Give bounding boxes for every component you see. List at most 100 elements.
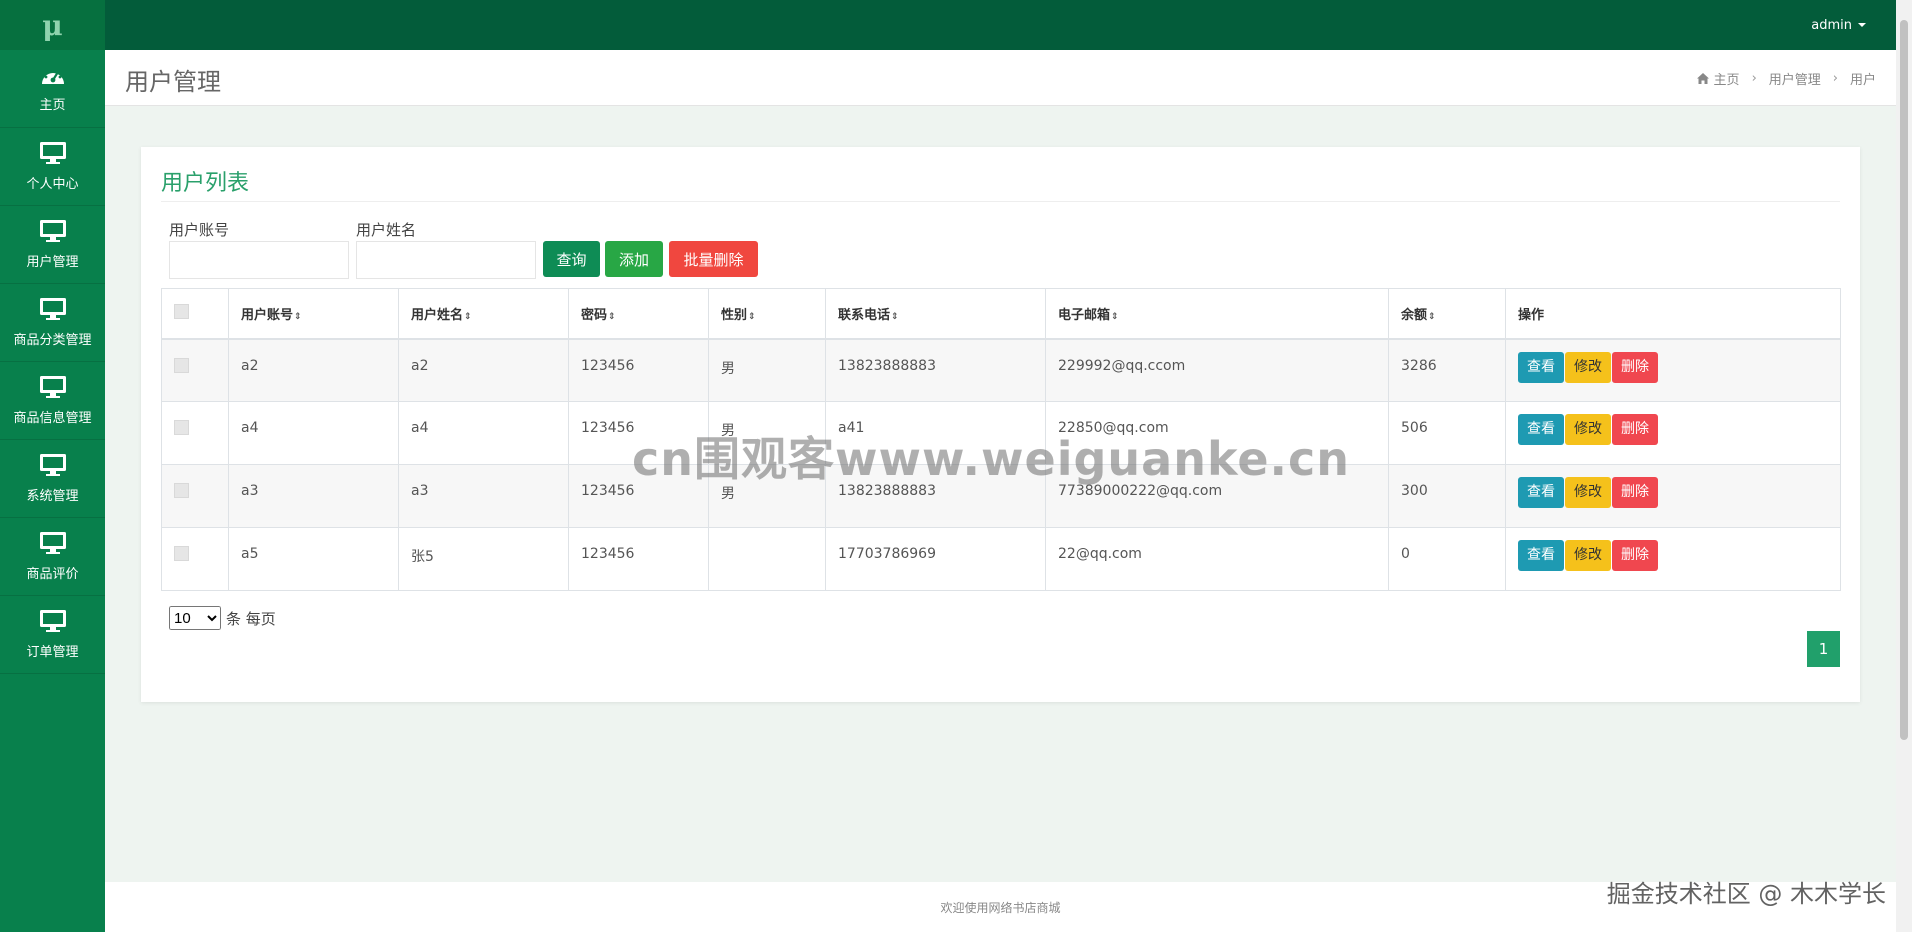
monitor-icon xyxy=(39,220,66,242)
sidebar-item-label: 主页 xyxy=(39,98,66,113)
column-header-phone[interactable]: 联系电话⇕ xyxy=(825,288,1046,340)
row-checkbox[interactable] xyxy=(174,483,189,498)
batch-delete-button[interactable]: 批量删除 xyxy=(669,241,758,277)
top-navbar: admin xyxy=(105,0,1912,50)
edit-button[interactable]: 修改 xyxy=(1565,414,1611,445)
column-header-password[interactable]: 密码⇕ xyxy=(568,288,709,340)
cell-phone: 13823888883 xyxy=(825,338,1046,402)
page-title: 用户管理 xyxy=(125,68,221,96)
delete-button[interactable]: 删除 xyxy=(1612,414,1658,445)
user-menu-dropdown[interactable]: admin xyxy=(1811,0,1866,50)
sidebar-item-home[interactable]: 主页 xyxy=(0,50,105,128)
sidebar-item-product-management[interactable]: 商品信息管理 xyxy=(0,362,105,440)
edit-button[interactable]: 修改 xyxy=(1565,351,1611,383)
sidebar-item-order-management[interactable]: 订单管理 xyxy=(0,596,105,674)
sidebar-item-label: 个人中心 xyxy=(26,177,79,192)
sort-icon: ⇕ xyxy=(1428,311,1436,322)
page-header: 用户管理 主页 › 用户管理 › 用户 xyxy=(105,50,1896,106)
monitor-icon xyxy=(39,298,66,320)
view-button[interactable]: 查看 xyxy=(1518,477,1564,508)
cell-gender: 男 xyxy=(708,338,826,402)
cell-account: a4 xyxy=(228,401,399,465)
edit-button[interactable]: 修改 xyxy=(1565,540,1611,571)
sidebar-item-system-management[interactable]: 系统管理 xyxy=(0,440,105,518)
sort-icon: ⇕ xyxy=(464,311,472,322)
sort-icon: ⇕ xyxy=(294,311,302,322)
main-content: 用户列表 用户账号 用户姓名 查询 添加 批量删除 用户账号⇕ 用户姓名⇕ 密码… xyxy=(105,106,1896,882)
vertical-scrollbar[interactable] xyxy=(1896,0,1912,932)
cell-balance: 300 xyxy=(1388,464,1506,528)
column-header-actions: 操作 xyxy=(1505,288,1841,340)
table-row: a5 张5 123456 17703786969 22@qq.com 0 查看修… xyxy=(161,527,1841,591)
sidebar-item-user-management[interactable]: 用户管理 xyxy=(0,206,105,284)
delete-button[interactable]: 删除 xyxy=(1612,540,1658,571)
caret-down-icon xyxy=(1858,23,1866,27)
home-icon xyxy=(1696,73,1709,84)
sidebar-item-label: 商品评价 xyxy=(26,567,79,582)
chevron-right-icon: › xyxy=(1751,71,1757,86)
cell-actions: 查看 修改 删除 xyxy=(1505,338,1841,402)
add-button[interactable]: 添加 xyxy=(605,241,663,277)
sidebar-item-label: 商品信息管理 xyxy=(13,411,92,426)
query-button[interactable]: 查询 xyxy=(543,241,600,277)
row-checkbox[interactable] xyxy=(174,420,189,435)
account-search-label: 用户账号 xyxy=(169,221,230,239)
cell-name: a2 xyxy=(398,338,569,402)
cell-actions: 查看 修改 删除 xyxy=(1505,464,1841,528)
column-header-email[interactable]: 电子邮箱⇕ xyxy=(1045,288,1389,340)
cell-name: a4 xyxy=(398,401,569,465)
watermark-corner: 掘金技术社区 @ 木木学长 xyxy=(1606,880,1886,908)
sidebar: μ 主页 个人中心 用户管理 商品分类管理 商品信息管理 系统管理 商品评价 订… xyxy=(0,0,105,932)
cell-phone: 17703786969 xyxy=(825,527,1046,591)
chevron-right-icon: › xyxy=(1832,71,1838,86)
cell-password: 123456 xyxy=(568,527,709,591)
select-all-checkbox[interactable] xyxy=(174,303,189,319)
sidebar-item-label: 系统管理 xyxy=(26,489,79,504)
breadcrumb-home[interactable]: 主页 xyxy=(1714,69,1740,88)
name-search-label: 用户姓名 xyxy=(356,221,417,239)
cell-email: 22@qq.com xyxy=(1045,527,1389,591)
cell-actions: 查看 修改 删除 xyxy=(1505,527,1841,591)
page-size-suffix: 条 每页 xyxy=(226,609,276,628)
cell-balance: 506 xyxy=(1388,401,1506,465)
delete-button[interactable]: 删除 xyxy=(1612,351,1658,383)
column-header-gender[interactable]: 性别⇕ xyxy=(708,288,826,340)
scrollbar-thumb[interactable] xyxy=(1900,20,1908,740)
pagination-page-1[interactable]: 1 xyxy=(1807,631,1840,667)
account-search-input[interactable] xyxy=(169,241,349,279)
edit-button[interactable]: 修改 xyxy=(1565,477,1611,508)
row-checkbox[interactable] xyxy=(174,357,189,373)
column-header-balance[interactable]: 余额⇕ xyxy=(1388,288,1506,340)
cell-account: a3 xyxy=(228,464,399,528)
divider xyxy=(161,201,1840,202)
cell-name: 张5 xyxy=(398,527,569,591)
card-title: 用户列表 xyxy=(161,171,250,196)
view-button[interactable]: 查看 xyxy=(1518,414,1564,445)
page-size-select[interactable]: 10 xyxy=(169,606,221,630)
column-header-account[interactable]: 用户账号⇕ xyxy=(228,288,399,340)
sidebar-item-product-reviews[interactable]: 商品评价 xyxy=(0,518,105,596)
breadcrumb-user-management[interactable]: 用户管理 xyxy=(1769,69,1821,88)
view-button[interactable]: 查看 xyxy=(1518,351,1564,383)
monitor-icon xyxy=(39,454,66,476)
monitor-icon xyxy=(39,376,66,398)
sidebar-item-category-management[interactable]: 商品分类管理 xyxy=(0,284,105,362)
breadcrumb-current: 用户 xyxy=(1849,73,1876,88)
sidebar-item-label: 商品分类管理 xyxy=(13,333,92,348)
cell-email: 229992@qq.ccom xyxy=(1045,338,1389,402)
row-checkbox[interactable] xyxy=(174,546,189,561)
sort-icon: ⇕ xyxy=(891,311,899,322)
monitor-icon xyxy=(39,610,66,632)
table-row: a2 a2 123456 男 13823888883 229992@qq.cco… xyxy=(161,338,1841,402)
breadcrumb: 主页 › 用户管理 › 用户 xyxy=(1696,69,1876,88)
column-header-name[interactable]: 用户姓名⇕ xyxy=(398,288,569,340)
name-search-input[interactable] xyxy=(356,241,536,279)
cell-actions: 查看 修改 删除 xyxy=(1505,401,1841,465)
username: admin xyxy=(1811,17,1852,33)
view-button[interactable]: 查看 xyxy=(1518,540,1564,571)
delete-button[interactable]: 删除 xyxy=(1612,477,1658,508)
sidebar-item-personal-center[interactable]: 个人中心 xyxy=(0,128,105,206)
cell-password: 123456 xyxy=(568,338,709,402)
sidebar-item-label: 订单管理 xyxy=(26,645,79,660)
logo: μ xyxy=(0,0,105,50)
